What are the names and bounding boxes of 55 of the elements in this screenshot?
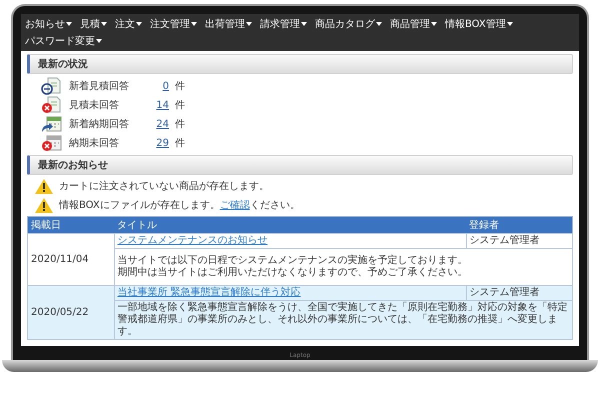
caret-icon <box>66 22 72 26</box>
calendar-arrow-icon <box>41 115 63 133</box>
section-header: 最新の状況 <box>27 54 573 74</box>
unit-label: 件 <box>175 99 185 112</box>
count-link[interactable]: 0 <box>149 80 169 92</box>
menu-item[interactable]: 商品カタログ <box>313 16 384 32</box>
caret-icon <box>431 22 437 26</box>
document-cross-icon <box>41 96 63 114</box>
count-link[interactable]: 29 <box>149 138 169 148</box>
menu-item[interactable]: 情報BOX管理 <box>443 16 515 32</box>
caret-icon <box>506 22 513 26</box>
date-cell: 2020/05/22 <box>28 286 114 340</box>
caret-icon <box>96 39 102 43</box>
count-link[interactable]: 14 <box>149 100 169 110</box>
author-cell: システム管理者 <box>466 234 572 248</box>
column-header: タイトル <box>114 216 466 234</box>
document-circle-icon <box>41 77 63 95</box>
menu-item[interactable]: 商品管理 <box>388 16 439 32</box>
calendar-cross-icon <box>41 134 63 152</box>
body-text: 期間中は当サイトはご利用いただけなくなりますので、予めご了承ください。 <box>118 267 468 279</box>
warning-icon <box>35 198 53 212</box>
alert-message: 情報BOXにファイルが存在します。ご確認 ください。 <box>59 198 300 212</box>
menu-item[interactable]: パスワード変更 <box>23 33 104 49</box>
confirm-link[interactable]: ご確認 <box>220 200 250 211</box>
menu-item[interactable]: 請求管理 <box>258 16 309 32</box>
caret-icon <box>376 22 382 26</box>
warning-icon <box>35 178 53 194</box>
menu-item[interactable]: お知らせ <box>23 16 74 32</box>
caret-icon <box>101 22 107 26</box>
caret-icon <box>301 22 307 26</box>
section-header: 最新のお知らせ <box>27 155 573 175</box>
unit-label: 件 <box>175 137 185 150</box>
alert-message: カートに注文されていない商品が存在します。 <box>59 180 269 193</box>
caret-icon <box>191 22 197 26</box>
news-title-link[interactable]: システムメンテナンスのお知らせ <box>118 235 268 246</box>
caret-icon <box>136 22 142 26</box>
body-text: 一部地域を除く緊急事態宣言解除をうけ、全国で実施してきた「原則在宅勤務」対応の対象を「特定警戒都道府県」の事業所のみとし、それ以外の事業所については、「在宅勤務の推奨」へ変更します。 <box>118 302 568 338</box>
count-link[interactable]: 24 <box>149 118 169 130</box>
status-label: 見積未回答 <box>69 98 120 112</box>
menu-item[interactable]: 注文管理 <box>148 16 199 32</box>
menu-item[interactable]: 注文 <box>113 16 144 32</box>
body-text: 当サイトでは以下の日程でシステムメンテナンスの実施を予定しております。 <box>118 255 468 266</box>
date-cell: 2020/11/04 <box>28 234 114 286</box>
unit-label: 件 <box>175 118 185 131</box>
unit-label: 件 <box>175 80 185 93</box>
column-header: 掲載日 <box>28 216 114 234</box>
status-label: 新着納期回答 <box>69 118 130 131</box>
column-header: 登録者 <box>466 216 572 234</box>
news-title-link[interactable]: 当社事業所 緊急事態宣言解除に伴う対応 <box>118 287 301 298</box>
caret-icon <box>246 22 252 26</box>
status-label: 新着見積回答 <box>69 80 130 93</box>
menu-item[interactable]: 出荷管理 <box>203 16 254 32</box>
status-label: 納期未回答 <box>69 136 120 150</box>
menu-item[interactable]: 見積 <box>78 16 109 32</box>
author-cell: システム管理者 <box>466 286 572 300</box>
